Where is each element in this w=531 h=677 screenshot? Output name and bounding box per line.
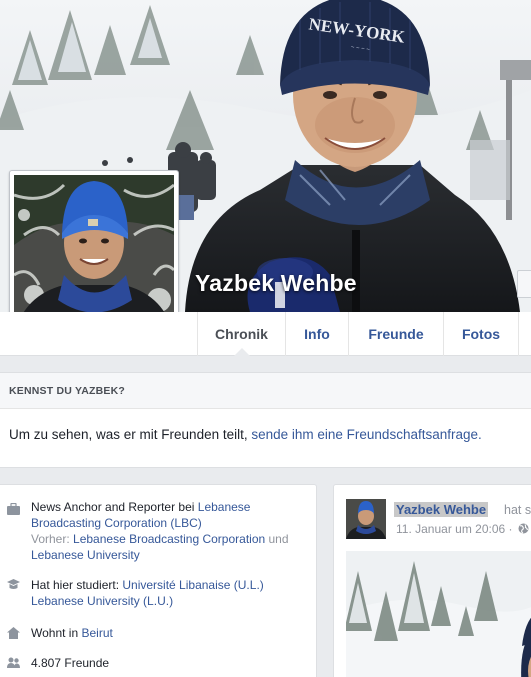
profile-tabs: Chronik Info Freunde Fotos [0,312,531,356]
tab-freunde[interactable]: Freunde [348,312,443,356]
friends-icon [7,657,20,668]
tab-fotos[interactable]: Fotos [443,312,518,356]
house-icon [7,627,20,639]
briefcase-icon [7,503,20,515]
friend-request-text: Um zu sehen, was er mit Freunden teilt, … [0,409,531,442]
friends-count[interactable]: 4.807 Freunde [31,655,311,671]
home-prefix: Wohnt in [31,626,82,640]
previous-employer-link-1[interactable]: Lebanese Broadcasting Corporation [73,532,265,546]
profile-picture-image [14,175,174,335]
post-time-text: 11. Januar um 20:06 · [396,522,513,536]
globe-icon[interactable] [518,523,529,534]
friend-request-card: KENNST DU YAZBEK? Um zu sehen, was er mi… [0,372,531,468]
post-author-name[interactable]: Yazbek Wehbe [394,502,489,517]
intro-card: News Anchor and Reporter bei Lebanese Br… [0,484,317,677]
cover-action-button[interactable] [517,270,531,298]
school-link-1[interactable]: Université Libanaise (U.L.) [122,578,263,592]
intro-home-text: Wohnt in Beirut [31,625,311,641]
timeline-post: Yazbek Wehbe hat s 11. Januar um 20:06 · [333,484,531,677]
tab-info[interactable]: Info [285,312,348,356]
work-prefix: News Anchor and Reporter bei [31,500,198,514]
post-action-text: hat s [504,503,531,517]
send-friend-request-link[interactable]: sende ihm eine Freundschaftsanfrage. [251,427,481,442]
school-link-2[interactable]: Lebanese University (L.U.) [31,594,173,608]
profile-name[interactable]: Yazbek Wehbe [195,270,357,297]
post-timestamp[interactable]: 11. Januar um 20:06 · [396,522,529,536]
intro-education-text: Hat hier studiert: Université Libanaise … [31,577,311,609]
post-image[interactable] [346,551,531,677]
city-link[interactable]: Beirut [81,626,112,640]
tab-chronik[interactable]: Chronik [197,312,285,356]
intro-work-text: News Anchor and Reporter bei Lebanese Br… [31,499,311,563]
post-author-avatar[interactable] [346,499,386,539]
post-photo [346,551,531,677]
previous-employer-link-2[interactable]: Lebanese University [31,548,140,562]
friend-request-prompt: Um zu sehen, was er mit Freunden teilt, [9,427,252,442]
and-text: und [265,532,289,546]
tab-more[interactable] [518,312,531,356]
education-prefix: Hat hier studiert: [31,578,123,592]
friend-request-card-title: KENNST DU YAZBEK? [0,373,531,409]
previous-label: Vorher: [31,532,74,546]
graduation-cap-icon [7,579,20,589]
